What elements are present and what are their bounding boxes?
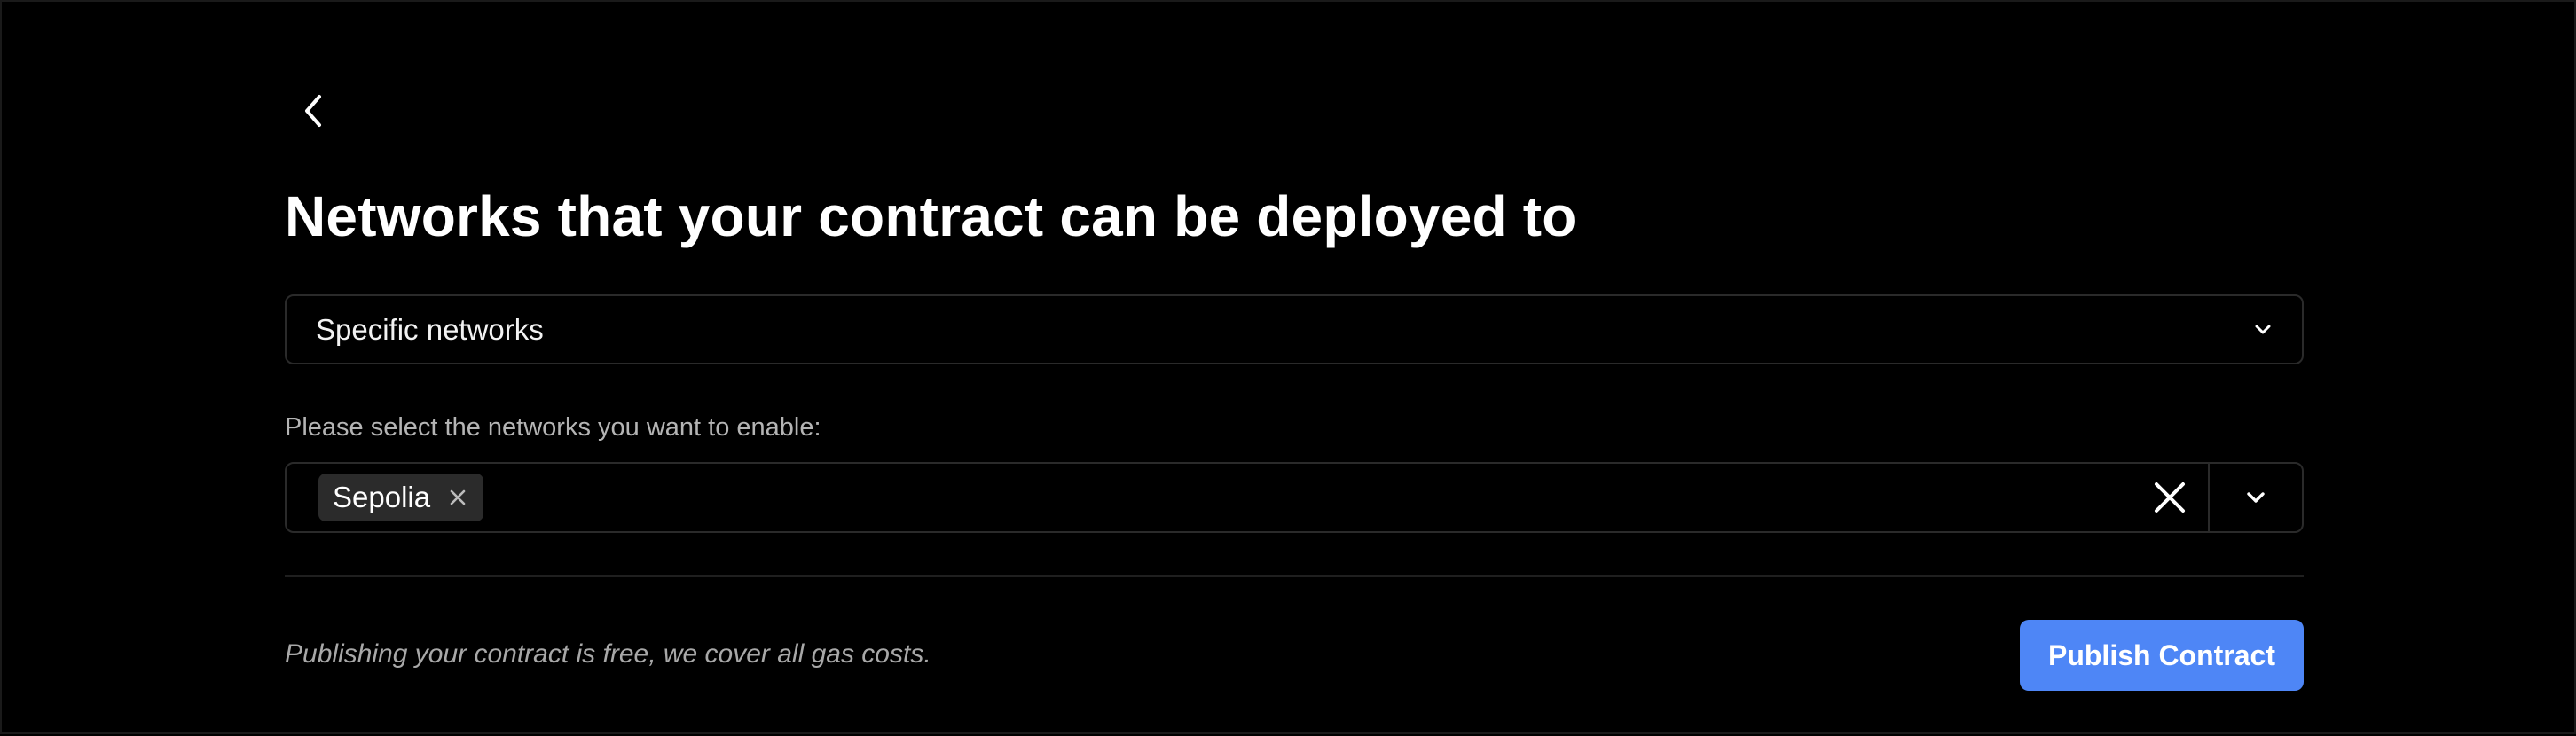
chevron-left-icon xyxy=(305,95,321,127)
deployment-type-value: Specific networks xyxy=(316,312,544,346)
network-tag-sepolia: Sepolia xyxy=(318,474,484,521)
chevron-down-icon xyxy=(2243,310,2282,349)
deployment-type-select[interactable]: Specific networks xyxy=(285,294,2304,364)
networks-multi-select[interactable]: Sepolia xyxy=(285,462,2304,533)
publish-networks-page: Networks that your contract can be deplo… xyxy=(285,2,2304,736)
networks-field-label: Please select the networks you want to e… xyxy=(285,413,821,442)
close-icon xyxy=(450,489,466,505)
network-tag-label: Sepolia xyxy=(333,481,431,513)
gas-cost-note: Publishing your contract is free, we cov… xyxy=(285,639,931,669)
remove-tag-button[interactable] xyxy=(446,486,469,509)
chevron-down-icon xyxy=(2247,492,2265,503)
clear-selection-button[interactable] xyxy=(2132,464,2208,531)
back-button[interactable] xyxy=(294,86,333,136)
close-icon xyxy=(2155,482,2185,513)
publish-contract-button[interactable]: Publish Contract xyxy=(2020,620,2304,691)
divider xyxy=(285,575,2304,577)
page-title: Networks that your contract can be deplo… xyxy=(285,184,1577,248)
selected-networks: Sepolia xyxy=(287,474,2132,521)
networks-dropdown-toggle[interactable] xyxy=(2208,464,2302,531)
